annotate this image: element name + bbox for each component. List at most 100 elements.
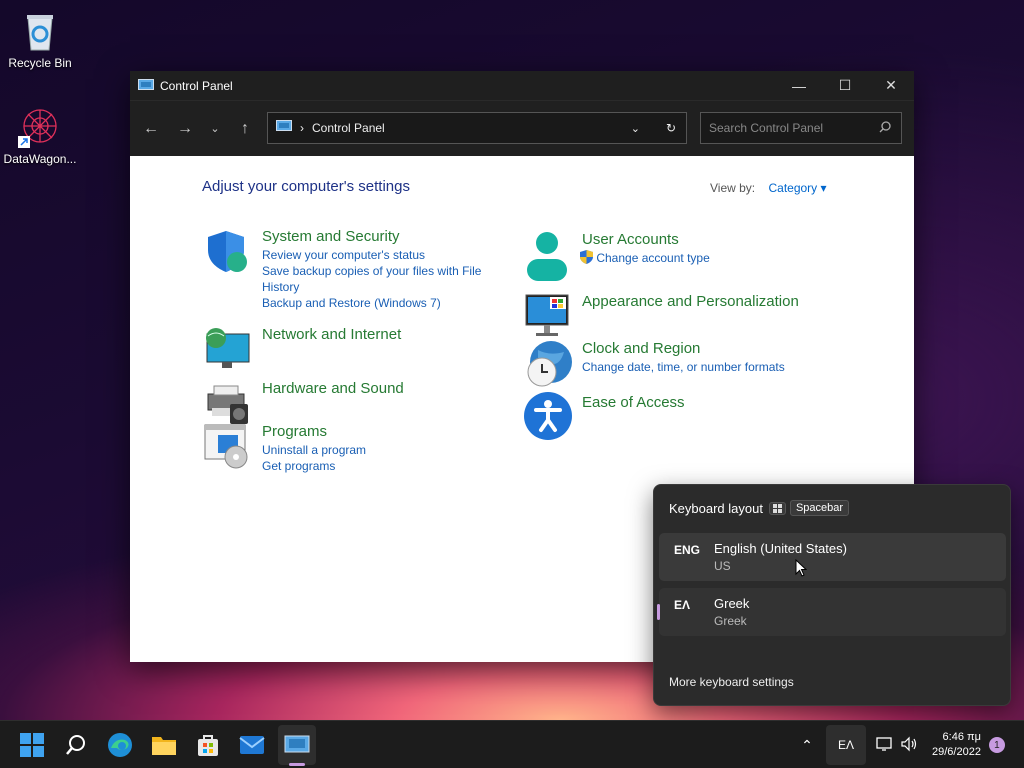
recent-locations-button[interactable]: ⌄ (200, 114, 230, 144)
edge-button[interactable] (104, 729, 136, 761)
search-icon (66, 735, 85, 755)
recycle-bin-icon (18, 8, 62, 52)
uac-shield-icon (580, 250, 593, 268)
datawagon-label: DataWagon... (3, 152, 77, 166)
clock[interactable]: 6:46 πμ 29/6/2022 (932, 730, 981, 760)
edge-browser-icon (108, 733, 132, 757)
volume-icon[interactable] (900, 736, 918, 755)
accessibility-icon (524, 392, 574, 442)
user-accounts-icon (524, 231, 574, 281)
more-keyboard-settings-link[interactable]: More keyboard settings (669, 675, 794, 689)
control-panel-small-icon (276, 120, 292, 136)
windows-key-icon (768, 501, 786, 515)
link-change-date-formats[interactable]: Change date, time, or number formats (582, 359, 785, 375)
control-panel-icon (284, 735, 310, 753)
category-title-ease-of-access[interactable]: Ease of Access (582, 394, 685, 411)
shortcut-key: Spacebar (789, 500, 850, 516)
clock-date: 29/6/2022 (932, 746, 981, 758)
category-title-clock-region[interactable]: Clock and Region (582, 340, 785, 357)
view-by-dropdown[interactable]: Category ▾ (768, 181, 826, 195)
mail-icon (239, 736, 265, 754)
close-button[interactable]: ✕ (868, 71, 914, 100)
category-title-programs[interactable]: Programs (262, 423, 366, 440)
language-code: ENG (674, 543, 701, 557)
mail-button[interactable] (236, 729, 268, 761)
breadcrumb-separator-icon: › (300, 121, 304, 135)
control-panel-app-icon (138, 79, 154, 92)
category-appearance: Appearance and Personalization (524, 293, 799, 343)
clock-time: 6:46 πμ (942, 731, 981, 743)
language-layout: Greek (714, 614, 747, 628)
control-panel-taskbar-button[interactable] (278, 725, 316, 766)
link-uninstall-program[interactable]: Uninstall a program (262, 442, 366, 458)
system-tray: ⌃ ΕΛ 6:46 πμ 29/6/2022 1 (796, 721, 1005, 768)
category-title-user-accounts[interactable]: User Accounts (582, 231, 710, 248)
page-title: Adjust your computer's settings (202, 178, 410, 195)
flyout-header: Keyboard layout Spacebar (669, 500, 850, 516)
view-by-label: View by: (710, 181, 756, 195)
up-button[interactable]: ↑ (230, 114, 260, 144)
search-icon (879, 120, 891, 136)
maximize-button[interactable]: ☐ (822, 71, 868, 100)
search-placeholder: Search Control Panel (709, 121, 824, 135)
start-button[interactable] (16, 729, 48, 761)
refresh-icon[interactable]: ↻ (666, 121, 676, 135)
flyout-title: Keyboard layout (669, 500, 763, 516)
store-button[interactable] (192, 729, 224, 761)
breadcrumb[interactable]: Control Panel (312, 121, 631, 135)
language-name: Greek (714, 596, 750, 611)
category-title-appearance[interactable]: Appearance and Personalization (582, 293, 799, 310)
link-change-account-type[interactable]: Change account type (580, 250, 710, 268)
language-name: English (United States) (714, 541, 847, 556)
forward-button[interactable]: → (170, 114, 200, 144)
datawagon-shortcut[interactable]: DataWagon... (0, 104, 80, 166)
category-ease-of-access: Ease of Access (524, 392, 685, 442)
address-bar[interactable]: › Control Panel ⌄ ↻ (267, 112, 687, 144)
search-taskbar-button[interactable] (60, 729, 92, 761)
category-network-internet: Network and Internet (204, 326, 401, 376)
language-option-english[interactable]: ENG English (United States) US (659, 533, 1006, 581)
notification-badge[interactable]: 1 (988, 737, 1005, 753)
taskbar: ⌃ ΕΛ 6:46 πμ 29/6/2022 1 (0, 720, 1024, 768)
link-file-history[interactable]: Save backup copies of your files with Fi… (262, 263, 492, 295)
folder-icon (152, 737, 176, 755)
category-user-accounts: User Accounts Change account type (524, 231, 710, 281)
recycle-bin-label: Recycle Bin (8, 56, 72, 70)
window-title: Control Panel (160, 78, 233, 93)
category-clock-region: Clock and Region Change date, time, or n… (524, 340, 785, 390)
category-title-hardware-sound[interactable]: Hardware and Sound (262, 380, 404, 397)
mouse-cursor-icon (795, 558, 808, 582)
language-code: ΕΛ (674, 598, 691, 612)
datawagon-icon (18, 104, 62, 148)
language-option-greek[interactable]: ΕΛ Greek Greek (657, 588, 1006, 636)
title-bar[interactable]: Control Panel — ☐ ✕ (130, 71, 914, 100)
network-icon[interactable] (876, 736, 894, 755)
selected-indicator (657, 604, 660, 620)
keyboard-layout-flyout: Keyboard layout Spacebar ENG English (Un… (653, 484, 1011, 706)
show-hidden-icons-button[interactable]: ⌃ (796, 737, 818, 754)
link-get-programs[interactable]: Get programs (262, 458, 366, 474)
active-app-indicator (289, 763, 305, 766)
minimize-button[interactable]: — (776, 71, 822, 100)
language-indicator[interactable]: ΕΛ (826, 725, 866, 765)
category-title-network-internet[interactable]: Network and Internet (262, 326, 401, 343)
windows-logo-icon (20, 733, 44, 757)
view-by: View by: Category ▾ (710, 181, 827, 195)
search-input[interactable]: Search Control Panel (700, 112, 902, 144)
category-programs: Programs Uninstall a program Get program… (204, 423, 366, 474)
language-layout: US (714, 559, 731, 573)
clock-globe-icon (524, 340, 574, 390)
address-dropdown-icon[interactable]: ⌄ (631, 122, 640, 135)
link-backup-restore[interactable]: Backup and Restore (Windows 7) (262, 295, 492, 311)
network-icon (204, 326, 254, 376)
appearance-icon (524, 293, 574, 343)
back-button[interactable]: ← (136, 114, 166, 144)
recycle-bin-shortcut[interactable]: Recycle Bin (0, 8, 80, 70)
category-title-system-security[interactable]: System and Security (262, 228, 492, 245)
file-explorer-button[interactable] (148, 729, 180, 761)
link-review-status[interactable]: Review your computer's status (262, 247, 492, 263)
shield-icon (204, 228, 254, 278)
programs-icon (204, 423, 254, 473)
category-system-security: System and Security Review your computer… (204, 228, 492, 311)
store-icon (198, 735, 218, 756)
